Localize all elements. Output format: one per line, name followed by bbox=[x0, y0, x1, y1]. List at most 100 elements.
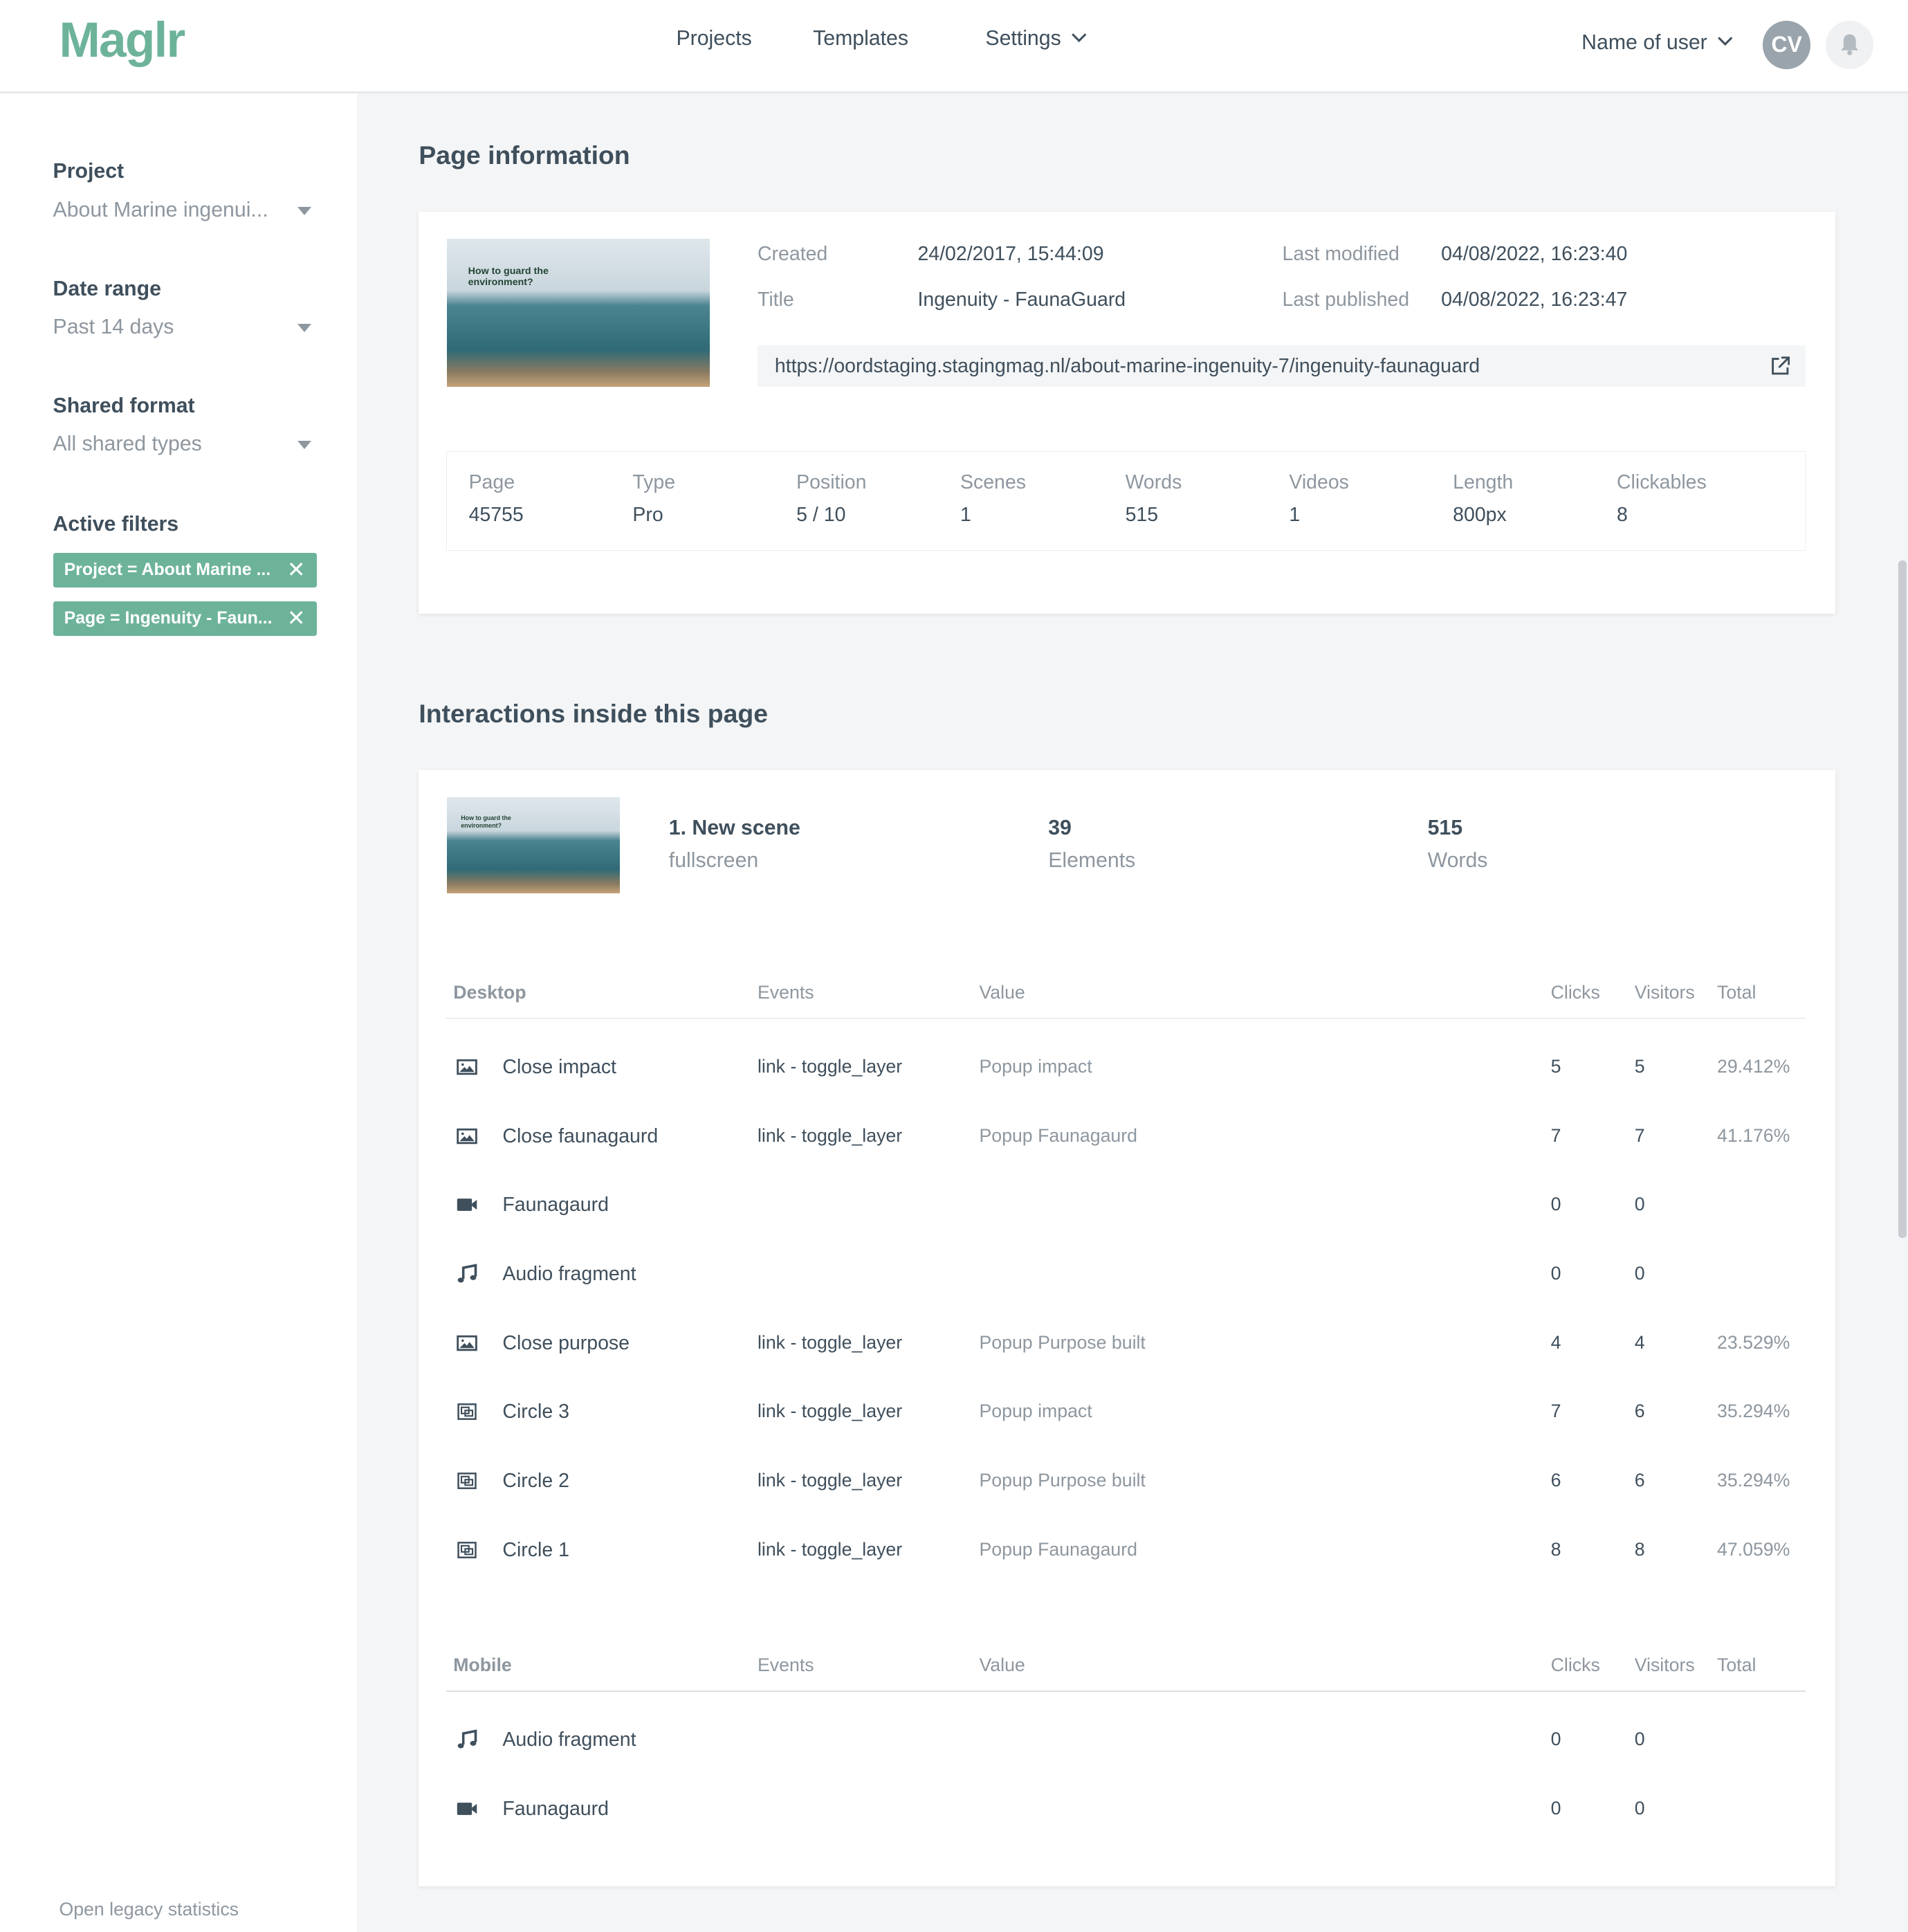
element-clicks: 5 bbox=[1550, 1055, 1561, 1077]
stat-value: 8 bbox=[1616, 504, 1628, 527]
notifications-button[interactable] bbox=[1825, 21, 1874, 69]
element-value: Popup impact bbox=[979, 1401, 1092, 1422]
stat-label: Scenes bbox=[960, 471, 1026, 494]
table-row[interactable]: Close faunagaurd link - toggle_layer Popup… bbox=[419, 1113, 1835, 1162]
element-clicks: 6 bbox=[1550, 1470, 1561, 1491]
stat-label: Videos bbox=[1289, 471, 1349, 494]
element-name: Close purpose bbox=[502, 1331, 630, 1354]
visitors-header: Visitors bbox=[1634, 1655, 1695, 1676]
close-icon[interactable]: ✕ bbox=[287, 553, 306, 587]
table-row[interactable]: Close purpose link - toggle_layer Popup Pu… bbox=[419, 1320, 1835, 1369]
chip-label: Project = About Marine ... bbox=[64, 560, 271, 580]
visitors-header: Visitors bbox=[1634, 982, 1695, 1003]
table-row[interactable]: Audio fragment 0 0 bbox=[419, 1250, 1835, 1300]
events-header: Events bbox=[757, 1655, 814, 1676]
stat-label: Words bbox=[1125, 471, 1182, 494]
element-event: link - toggle_layer bbox=[757, 1124, 903, 1146]
image-icon bbox=[457, 1128, 477, 1144]
nav-settings[interactable]: Settings bbox=[985, 27, 1087, 51]
element-event: link - toggle_layer bbox=[757, 1331, 903, 1353]
open-legacy-statistics-link[interactable]: Open legacy statistics bbox=[59, 1899, 239, 1920]
page-stats: Page 45755 Type Pro Position 5 / 10 Scenes 1… bbox=[446, 450, 1806, 552]
logo[interactable]: Maglr bbox=[59, 12, 185, 69]
element-visitors: 6 bbox=[1634, 1401, 1645, 1422]
filter-chip-page: Page = Ingenuity - Faun... ✕ bbox=[53, 601, 317, 636]
table-row[interactable]: Faunagaurd 0 0 bbox=[419, 1181, 1835, 1230]
desktop-label: Desktop bbox=[453, 982, 526, 1003]
element-clicks: 7 bbox=[1550, 1124, 1561, 1146]
element-clicks: 4 bbox=[1550, 1331, 1561, 1353]
project-filter-label: Project bbox=[53, 160, 125, 183]
stat-scenes: Scenes 1 bbox=[960, 471, 1124, 527]
page-url: https://oordstaging.stagingmag.nl/about-… bbox=[774, 354, 1480, 377]
close-icon[interactable]: ✕ bbox=[287, 601, 306, 636]
element-total: 35.294% bbox=[1717, 1470, 1790, 1491]
stat-label: Page bbox=[468, 471, 515, 494]
nav-projects[interactable]: Projects bbox=[676, 27, 751, 51]
element-visitors: 8 bbox=[1634, 1538, 1645, 1560]
video-icon bbox=[457, 1802, 477, 1815]
stat-value: 800px bbox=[1453, 504, 1507, 527]
scene-words-label: Words bbox=[1427, 848, 1488, 872]
sidebar: Project About Marine ingenui... Date ran… bbox=[0, 93, 358, 1932]
stat-label: Position bbox=[796, 471, 867, 494]
element-visitors: 0 bbox=[1634, 1797, 1645, 1819]
image-icon bbox=[457, 1059, 477, 1075]
table-row[interactable]: Circle 1 link - toggle_layer Popup Faunaga… bbox=[419, 1527, 1835, 1576]
element-value: Popup Faunagaurd bbox=[979, 1124, 1137, 1146]
table-row[interactable]: Faunagaurd 0 0 bbox=[419, 1785, 1835, 1834]
element-name: Circle 2 bbox=[502, 1470, 569, 1493]
title-label: Title bbox=[757, 288, 794, 311]
avatar[interactable]: CV bbox=[1762, 21, 1811, 69]
stat-length: Length 800px bbox=[1453, 471, 1617, 527]
element-value: Popup Purpose built bbox=[979, 1331, 1146, 1353]
element-clicks: 7 bbox=[1550, 1401, 1561, 1422]
element-event: link - toggle_layer bbox=[757, 1401, 903, 1422]
date-range-select[interactable]: Past 14 days bbox=[53, 316, 312, 339]
user-menu[interactable]: Name of user bbox=[1581, 30, 1733, 55]
video-icon bbox=[457, 1199, 477, 1212]
clicks-header: Clicks bbox=[1550, 982, 1600, 1003]
chevron-down-icon bbox=[1071, 27, 1087, 43]
nav-templates[interactable]: Templates bbox=[813, 27, 908, 51]
stat-label: Clickables bbox=[1616, 471, 1707, 494]
chevron-down-icon bbox=[1717, 30, 1733, 46]
element-clicks: 0 bbox=[1550, 1194, 1561, 1215]
element-name: Audio fragment bbox=[502, 1263, 636, 1285]
element-total: 47.059% bbox=[1717, 1538, 1790, 1560]
project-filter-value: About Marine ingenui... bbox=[53, 198, 268, 221]
scrollbar[interactable] bbox=[1898, 561, 1907, 1239]
element-visitors: 0 bbox=[1634, 1263, 1645, 1284]
stat-label: Length bbox=[1453, 471, 1514, 494]
value-header: Value bbox=[979, 982, 1025, 1003]
table-row[interactable]: Circle 2 link - toggle_layer Popup Purpose… bbox=[419, 1457, 1835, 1506]
stat-label: Type bbox=[632, 471, 676, 494]
element-visitors: 4 bbox=[1634, 1331, 1645, 1353]
divider bbox=[446, 1017, 1806, 1019]
element-value: Popup Purpose built bbox=[979, 1470, 1146, 1491]
element-visitors: 7 bbox=[1634, 1124, 1645, 1146]
page-information-heading: Page information bbox=[419, 140, 630, 170]
element-event: link - toggle_layer bbox=[757, 1055, 903, 1077]
stat-value: Pro bbox=[632, 504, 663, 527]
element-name: Close impact bbox=[502, 1055, 616, 1078]
table-row[interactable]: Circle 3 link - toggle_layer Popup impact 7… bbox=[419, 1389, 1835, 1438]
date-range-value: Past 14 days bbox=[53, 315, 174, 338]
table-row[interactable]: Audio fragment 0 0 bbox=[419, 1716, 1835, 1765]
element-total: 35.294% bbox=[1717, 1401, 1790, 1422]
stat-videos: Videos 1 bbox=[1289, 471, 1453, 527]
external-link-icon[interactable] bbox=[1770, 356, 1790, 376]
shared-format-select[interactable]: All shared types bbox=[53, 432, 312, 456]
stat-value: 1 bbox=[960, 504, 971, 527]
caret-down-icon bbox=[297, 207, 312, 215]
table-row[interactable]: Close impact link - toggle_layer Popup imp… bbox=[419, 1044, 1835, 1093]
page-url-field[interactable]: https://oordstaging.stagingmag.nl/about-… bbox=[757, 345, 1806, 388]
project-filter-select[interactable]: About Marine ingenui... bbox=[53, 199, 312, 222]
element-name: Close faunagaurd bbox=[502, 1124, 659, 1147]
caret-down-icon bbox=[297, 441, 312, 449]
music-icon bbox=[457, 1264, 477, 1283]
element-total: 41.176% bbox=[1717, 1124, 1790, 1146]
last-modified-label: Last modified bbox=[1282, 242, 1400, 265]
stat-value: 45755 bbox=[468, 504, 524, 527]
mobile-label: Mobile bbox=[453, 1655, 512, 1676]
